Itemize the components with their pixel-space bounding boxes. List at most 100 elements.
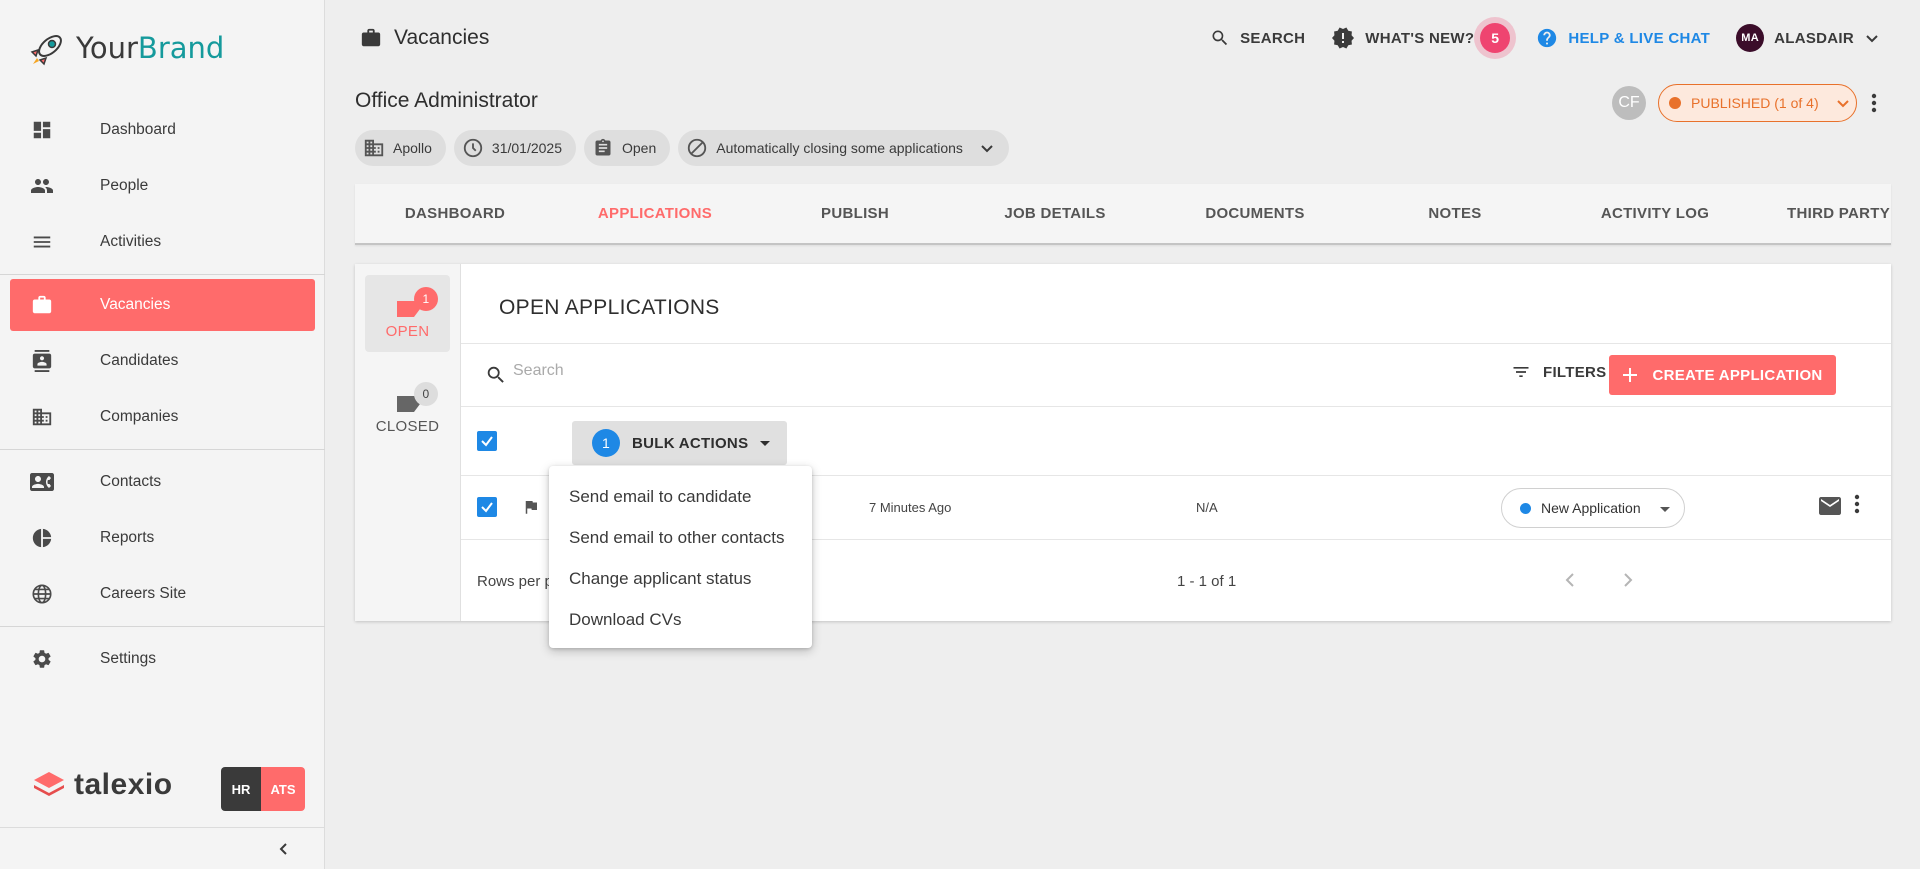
tab-notes[interactable]: NOTES (1355, 205, 1555, 222)
whats-new-label: WHAT'S NEW? (1365, 29, 1475, 47)
sidebar-item-candidates[interactable]: Candidates (0, 333, 325, 389)
sidebar-item-contacts[interactable]: Contacts (0, 454, 325, 510)
publish-status-label: PUBLISHED (1 of 4) (1691, 95, 1819, 111)
whats-new-button[interactable]: WHAT'S NEW? 5 (1331, 23, 1511, 53)
briefcase-icon (29, 292, 55, 318)
vacancy-more-menu[interactable] (1864, 88, 1884, 118)
sidebar-item-people[interactable]: People (0, 158, 325, 214)
deadline-chip[interactable]: 31/01/2025 (453, 130, 576, 166)
chevron-left-icon[interactable] (1561, 570, 1581, 590)
caret-down-icon (1660, 507, 1670, 512)
publish-status-button[interactable]: PUBLISHED (1 of 4) (1658, 84, 1857, 122)
module-hr[interactable]: HR (221, 767, 261, 811)
sidebar-item-dashboard[interactable]: Dashboard (0, 102, 325, 158)
menu-item-download-cvs[interactable]: Download CVs (549, 599, 812, 640)
sidebar-item-label: Reports (100, 529, 155, 546)
tab-activity-log[interactable]: ACTIVITY LOG (1555, 205, 1755, 222)
bulk-actions-menu: Send email to candidate Send email to ot… (549, 466, 812, 648)
more-vertical-icon (1871, 93, 1877, 113)
vacancy-title: Office Administrator (355, 89, 538, 112)
sidebar: YourBrand Dashboard People Activities Va… (0, 0, 325, 869)
sidebar-item-label: Activities (100, 233, 162, 250)
bulk-actions-button[interactable]: 1 BULK ACTIONS (572, 421, 787, 465)
tab-applications[interactable]: APPLICATIONS (555, 205, 755, 222)
chevron-down-icon (981, 145, 993, 153)
sidebar-item-companies[interactable]: Companies (0, 389, 325, 445)
user-name: ALASDAIR (1774, 29, 1854, 47)
check-icon (481, 436, 493, 447)
row-checkbox[interactable] (477, 497, 497, 517)
briefcase-icon (361, 28, 381, 47)
chevron-down-icon (1836, 100, 1849, 108)
tab-publish[interactable]: PUBLISH (755, 205, 955, 222)
global-search-button[interactable]: SEARCH (1210, 28, 1305, 48)
module-switcher[interactable]: HR ATS (221, 767, 305, 811)
brand-prefix: Your (76, 31, 138, 65)
auto-close-chip-label: Automatically closing some applications (716, 140, 963, 156)
building-icon (363, 137, 385, 159)
user-menu[interactable]: MA ALASDAIR (1736, 24, 1880, 52)
sidebar-item-label: Careers Site (100, 585, 187, 602)
applications-search-input[interactable] (513, 362, 1213, 380)
company-chip-label: Apollo (393, 140, 432, 156)
sidebar-nav: Dashboard People Activities Vacancies Ca… (0, 102, 325, 687)
tab-third-party[interactable]: THIRD PARTY SO (1755, 205, 1891, 222)
nav-divider (0, 274, 325, 275)
pagination-range: 1 - 1 of 1 (1177, 573, 1237, 590)
search-icon (1212, 30, 1228, 46)
vacancy-chips: Apollo 31/01/2025 Open Automatically clo… (355, 130, 1009, 166)
menu-item-send-email-candidate[interactable]: Send email to candidate (549, 476, 812, 517)
menu-item-change-status[interactable]: Change applicant status (549, 558, 812, 599)
help-live-chat-button[interactable]: HELP & LIVE CHAT (1536, 27, 1710, 49)
user-avatar: MA (1736, 24, 1765, 52)
block-icon (686, 137, 708, 159)
publish-status-dot (1669, 97, 1681, 109)
select-all-checkbox[interactable] (477, 431, 497, 451)
chevron-left-icon (279, 843, 287, 855)
brand-logo[interactable]: YourBrand (28, 28, 224, 68)
check-icon (481, 502, 493, 513)
search-icon (487, 366, 504, 383)
module-ats[interactable]: ATS (261, 767, 305, 811)
create-application-button[interactable]: CREATE APPLICATION (1609, 355, 1836, 395)
company-chip[interactable]: Apollo (355, 130, 446, 166)
chevron-down-icon (1866, 35, 1878, 43)
building-icon (29, 404, 55, 430)
chevron-right-icon[interactable] (1617, 570, 1637, 590)
sidebar-item-reports[interactable]: Reports (0, 510, 325, 566)
sidebar-footer (0, 827, 325, 869)
collaborator-avatar[interactable]: CF (1612, 86, 1646, 120)
sidebar-item-label: Dashboard (100, 121, 176, 138)
more-vertical-icon[interactable] (1854, 494, 1860, 514)
tab-job-details[interactable]: JOB DETAILS (955, 205, 1155, 222)
sidebar-item-vacancies[interactable]: Vacancies (10, 279, 315, 331)
open-label: OPEN (385, 323, 430, 340)
sidebar-item-careers-site[interactable]: Careers Site (0, 566, 325, 622)
open-applications-button[interactable]: 1 OPEN (365, 275, 450, 352)
vacancy-tabs: DASHBOARD APPLICATIONS PUBLISH JOB DETAI… (355, 184, 1891, 245)
sidebar-item-settings[interactable]: Settings (0, 631, 325, 687)
state-chip[interactable]: Open (584, 130, 671, 166)
menu-item-send-email-contacts[interactable]: Send email to other contacts (549, 517, 812, 558)
auto-close-chip[interactable]: Automatically closing some applications (678, 130, 1009, 166)
create-application-label: CREATE APPLICATION (1652, 366, 1823, 384)
rocket-icon (30, 35, 62, 66)
clipboard-icon (592, 137, 614, 159)
tab-documents[interactable]: DOCUMENTS (1155, 205, 1355, 222)
sidebar-item-label: Contacts (100, 473, 162, 490)
application-score: N/A (1196, 500, 1218, 515)
collapse-sidebar-button[interactable] (273, 838, 295, 860)
application-status-select[interactable]: New Application (1501, 488, 1685, 528)
search-toolbar: FILTERS CREATE APPLICATION (461, 344, 1891, 406)
caret-down-icon (760, 440, 771, 446)
clock-icon (462, 137, 484, 159)
filters-button[interactable]: FILTERS (1511, 362, 1606, 382)
sidebar-item-activities[interactable]: Activities (0, 214, 325, 270)
dashboard-icon (29, 117, 55, 143)
closed-applications-button[interactable]: 0 CLOSED (365, 370, 450, 447)
people-icon (29, 173, 55, 199)
flag-icon[interactable] (522, 498, 540, 516)
mail-icon[interactable] (1818, 496, 1842, 516)
tab-dashboard[interactable]: DASHBOARD (355, 205, 555, 222)
section-title-text: Vacancies (394, 26, 490, 49)
